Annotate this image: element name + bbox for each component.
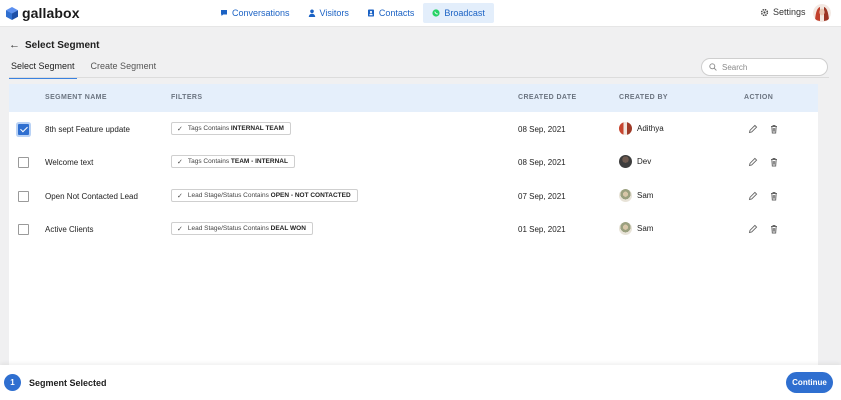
creator-avatar [619, 222, 632, 235]
column-header-segment-name[interactable]: SEGMENT NAME [45, 94, 107, 101]
cube-logo-icon [6, 6, 18, 20]
segment-name: Open Not Contacted Lead [45, 192, 138, 201]
delete-trash-icon[interactable] [769, 224, 779, 234]
main-nav: Conversations Visitors Contacts Broadcas… [211, 3, 494, 23]
tab-create-segment[interactable]: Create Segment [89, 59, 159, 79]
column-header-created-by[interactable]: CREATED BY [619, 94, 668, 101]
nav-visitors[interactable]: Visitors [299, 3, 358, 23]
row-checkbox[interactable] [18, 191, 29, 202]
filter-value: TEAM - INTERNAL [230, 158, 288, 165]
chat-icon [221, 10, 227, 16]
creator-name: Sam [637, 191, 654, 200]
back-button[interactable]: ← Select Segment [9, 39, 99, 51]
created-date: 01 Sep, 2021 [518, 225, 566, 234]
created-by: Dev [619, 155, 651, 168]
tabs-divider [9, 77, 829, 78]
creator-name: Dev [637, 157, 652, 166]
created-by: Sam [619, 189, 653, 202]
whatsapp-icon [432, 9, 441, 17]
settings-link[interactable]: Settings [760, 7, 806, 17]
nav-label: Visitors [319, 8, 349, 18]
selection-footer: 1 Segment Selected Continue [0, 365, 841, 400]
filter-chip: ✓ Lead Stage/Status Contains OPEN - NOT … [171, 189, 358, 202]
created-date: 08 Sep, 2021 [518, 158, 566, 167]
user-photo [813, 4, 831, 22]
segment-tabs: Select Segment Create Segment [9, 59, 170, 79]
creator-avatar [619, 155, 632, 168]
settings-label: Settings [773, 7, 806, 17]
nav-contacts[interactable]: Contacts [358, 3, 424, 23]
nav-label: Broadcast [444, 8, 485, 18]
filter-value: DEAL WON [270, 225, 306, 232]
filter-chip: ✓ Lead Stage/Status Contains DEAL WON [171, 222, 313, 235]
edit-pencil-icon[interactable] [748, 224, 758, 234]
contact-book-icon [367, 9, 374, 17]
column-header-action: ACTION [744, 94, 774, 101]
arrow-left-icon: ← [9, 39, 20, 51]
table-row[interactable]: 8th sept Feature update ✓ Tags Contains … [9, 112, 818, 145]
segment-name: Active Clients [45, 225, 94, 234]
checkmark-icon: ✓ [177, 192, 183, 200]
table-header: SEGMENT NAME FILTERS CREATED DATE CREATE… [9, 84, 818, 112]
nav-label: Conversations [232, 8, 290, 18]
filter-chip: ✓ Tags Contains INTERNAL TEAM [171, 122, 291, 135]
checkmark-icon: ✓ [177, 158, 183, 166]
creator-name: Sam [637, 224, 654, 233]
tab-select-segment[interactable]: Select Segment [9, 59, 77, 79]
filter-chip: ✓ Tags Contains TEAM - INTERNAL [171, 155, 295, 168]
filter-prefix: Tags Contains [187, 158, 230, 165]
table-row[interactable]: Welcome text ✓ Tags Contains TEAM - INTE… [9, 145, 818, 178]
created-date: 07 Sep, 2021 [518, 192, 566, 201]
row-checkbox[interactable] [18, 157, 29, 168]
edit-pencil-icon[interactable] [748, 124, 758, 134]
delete-trash-icon[interactable] [769, 124, 779, 134]
search-box[interactable] [701, 58, 828, 76]
selected-label: Segment Selected [29, 378, 107, 388]
segment-name: Welcome text [45, 158, 94, 167]
continue-button[interactable]: Continue [786, 372, 833, 393]
user-avatar[interactable] [813, 4, 831, 22]
search-icon [709, 63, 717, 71]
segment-name: 8th sept Feature update [45, 125, 130, 134]
gallabox-logo[interactable]: gallabox [6, 5, 80, 21]
delete-trash-icon[interactable] [769, 157, 779, 167]
table-row[interactable]: Open Not Contacted Lead ✓ Lead Stage/Sta… [9, 178, 818, 211]
filter-value: INTERNAL TEAM [230, 125, 284, 132]
nav-broadcast[interactable]: Broadcast [423, 3, 494, 23]
created-date: 08 Sep, 2021 [518, 125, 566, 134]
created-by: Adithya [619, 122, 664, 135]
filter-prefix: Lead Stage/Status Contains [187, 192, 269, 199]
row-checkbox[interactable] [18, 124, 29, 135]
search-input[interactable] [722, 62, 817, 72]
creator-avatar [619, 122, 632, 135]
nav-label: Contacts [378, 8, 415, 18]
creator-name: Adithya [637, 124, 664, 133]
person-icon [308, 9, 315, 17]
nav-conversations[interactable]: Conversations [211, 3, 299, 23]
created-by: Sam [619, 222, 653, 235]
top-navigation-bar: gallabox Conversations Visitors Contacts [0, 0, 841, 27]
table-row[interactable]: Active Clients ✓ Lead Stage/Status Conta… [9, 212, 818, 245]
row-checkbox[interactable] [18, 224, 29, 235]
edit-pencil-icon[interactable] [748, 191, 758, 201]
checkmark-icon: ✓ [177, 225, 183, 233]
delete-trash-icon[interactable] [769, 191, 779, 201]
filter-value: OPEN - NOT CONTACTED [270, 192, 351, 199]
page-title: Select Segment [25, 39, 100, 51]
creator-avatar [619, 189, 632, 202]
logo-text: gallabox [22, 5, 80, 21]
column-header-created-date[interactable]: CREATED DATE [518, 94, 577, 101]
column-header-filters[interactable]: FILTERS [171, 94, 202, 101]
selected-count-badge: 1 [4, 374, 21, 391]
gear-icon [760, 8, 769, 16]
checkmark-icon: ✓ [177, 125, 183, 133]
segments-table: SEGMENT NAME FILTERS CREATED DATE CREATE… [9, 84, 818, 366]
edit-pencil-icon[interactable] [748, 157, 758, 167]
filter-prefix: Lead Stage/Status Contains [187, 225, 269, 232]
filter-prefix: Tags Contains [187, 125, 230, 132]
